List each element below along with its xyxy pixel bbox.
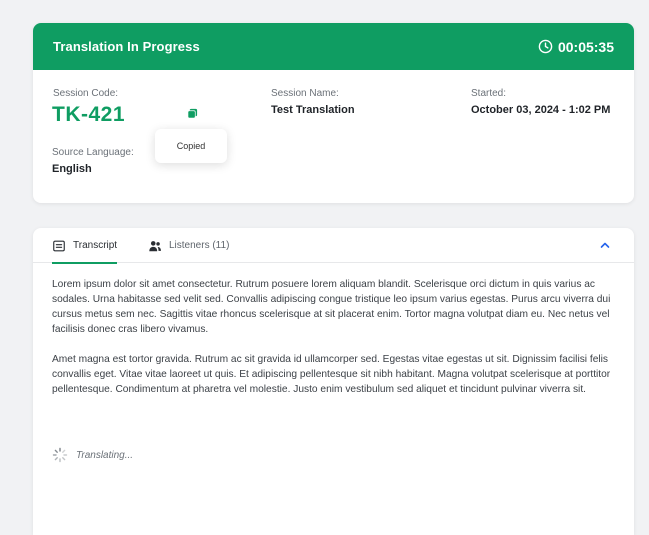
source-language-value: English bbox=[52, 163, 92, 175]
session-name-label: Session Name: bbox=[271, 88, 339, 99]
transcript-text: Lorem ipsum dolor sit amet consectetur. … bbox=[52, 277, 620, 412]
transcript-paragraph: Amet magna est tortor gravida. Rutrum ac… bbox=[52, 354, 611, 395]
tab-transcript-label: Transcript bbox=[73, 240, 118, 251]
translating-label: Translating... bbox=[76, 449, 134, 461]
started-label: Started: bbox=[471, 88, 507, 99]
session-card: Translation In Progress 00:05:35 Session… bbox=[33, 23, 634, 203]
session-name-value: Test Translation bbox=[271, 104, 355, 116]
started-value: October 03, 2024 - 1:02 PM bbox=[471, 104, 611, 116]
translating-status: Translating... bbox=[52, 447, 133, 463]
transcript-paragraph: Lorem ipsum dolor sit amet consectetur. … bbox=[52, 279, 611, 335]
tab-listeners[interactable]: Listeners (11) bbox=[148, 228, 229, 263]
page: Translation In Progress 00:05:35 Session… bbox=[0, 0, 649, 535]
spinner-icon bbox=[52, 447, 68, 463]
chevron-up-icon[interactable] bbox=[598, 238, 612, 252]
tabs-row: Transcript Listeners (11) bbox=[33, 228, 634, 264]
copy-icon[interactable] bbox=[187, 108, 198, 119]
session-details: Session Code: TK-421 Session Name: Test … bbox=[33, 70, 634, 203]
source-language-label: Source Language: bbox=[52, 147, 134, 158]
transcript-card: Transcript Listeners (11) Lorem ipsum do… bbox=[33, 228, 634, 535]
session-code-label: Session Code: bbox=[53, 88, 119, 99]
session-timer: 00:05:35 bbox=[538, 39, 614, 55]
timer-value: 00:05:35 bbox=[557, 38, 614, 55]
copied-tooltip: Copied bbox=[155, 129, 227, 163]
session-header: Translation In Progress 00:05:35 bbox=[33, 23, 634, 70]
session-code-value: TK-421 bbox=[52, 103, 126, 126]
listeners-icon bbox=[149, 240, 161, 251]
session-title: Translation In Progress bbox=[53, 39, 200, 54]
clock-icon bbox=[538, 39, 553, 54]
tab-transcript[interactable]: Transcript bbox=[52, 228, 118, 264]
transcript-icon bbox=[53, 240, 65, 251]
tab-listeners-label: Listeners (11) bbox=[169, 240, 230, 251]
